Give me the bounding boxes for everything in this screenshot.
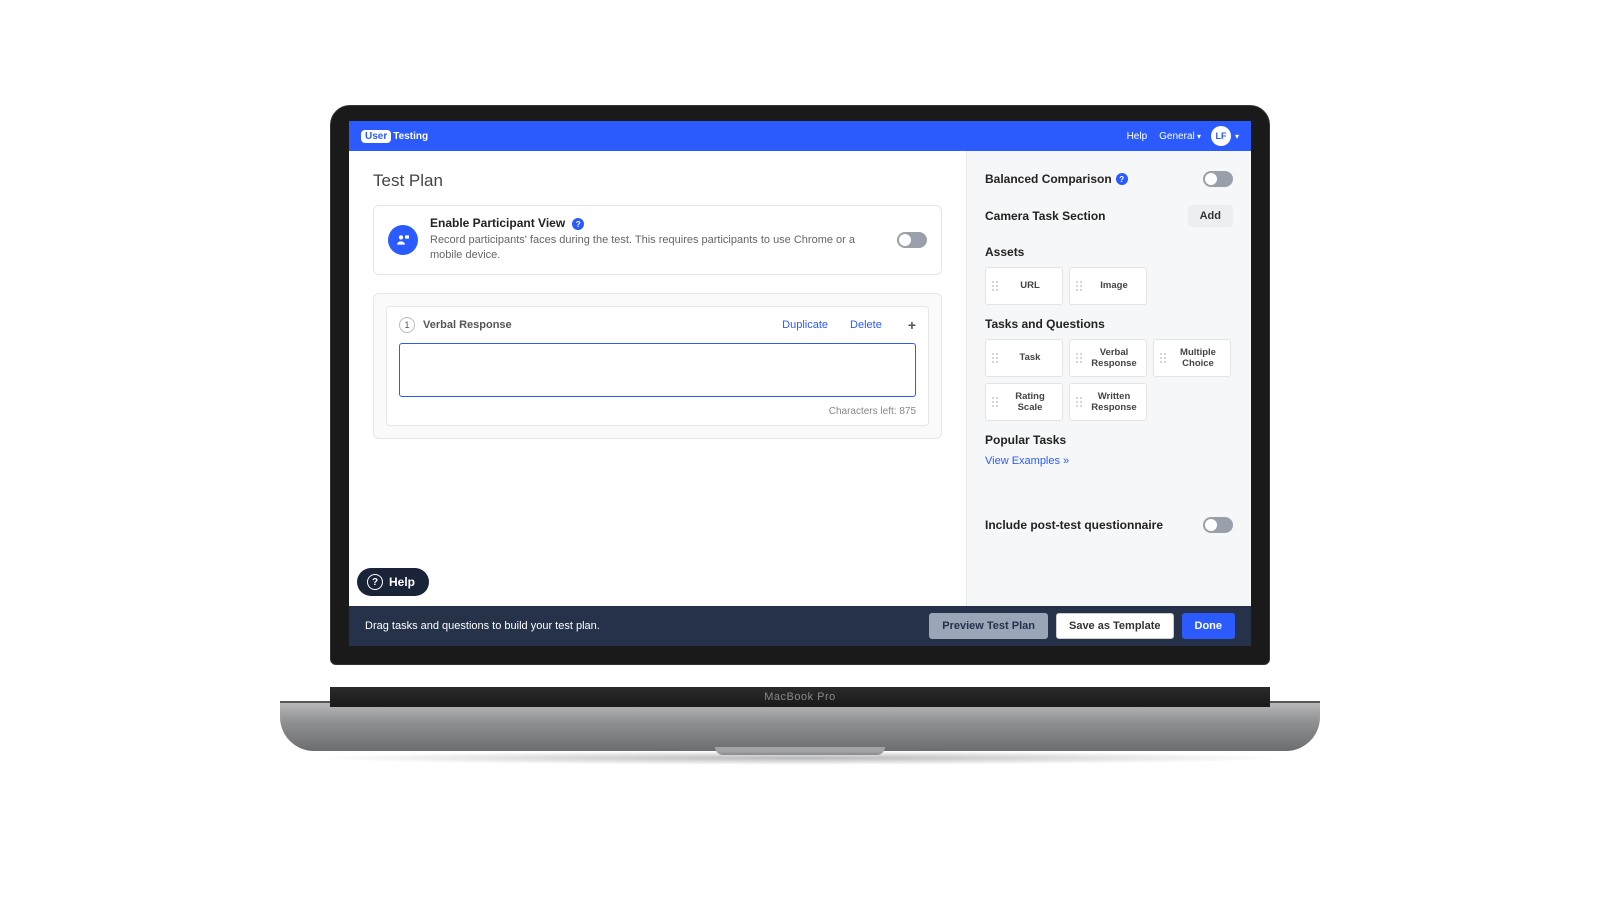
post-test-label: Include post-test questionnaire (985, 518, 1163, 532)
laptop-shadow (310, 751, 1290, 765)
tasks-heading: Tasks and Questions (985, 317, 1233, 331)
asset-tile-image[interactable]: Image (1069, 267, 1147, 305)
footer-hint: Drag tasks and questions to build your t… (365, 620, 600, 632)
balanced-comparison-toggle[interactable] (1203, 171, 1233, 187)
task-card: 1 Verbal Response Duplicate Delete + Cha… (386, 306, 929, 426)
camera-task-label: Camera Task Section (985, 209, 1106, 223)
task-tile-task[interactable]: Task (985, 339, 1063, 377)
save-as-template-button[interactable]: Save as Template (1056, 613, 1174, 639)
task-tile-rating-scale[interactable]: Rating Scale (985, 383, 1063, 421)
task-type-label: Verbal Response (423, 319, 512, 331)
chevron-down-icon[interactable]: ▾ (1235, 132, 1239, 141)
participant-view-title: Enable Participant View (430, 216, 565, 230)
assets-heading: Assets (985, 245, 1233, 259)
task-list: 1 Verbal Response Duplicate Delete + Cha… (373, 293, 942, 439)
participant-view-desc: Record participants' faces during the te… (430, 233, 885, 264)
camera-task-add-button[interactable]: Add (1188, 205, 1233, 227)
drag-handle-icon (1159, 352, 1167, 364)
avatar[interactable]: LF (1211, 126, 1231, 146)
done-button[interactable]: Done (1182, 613, 1236, 639)
page-title: Test Plan (373, 171, 942, 191)
delete-button[interactable]: Delete (850, 319, 882, 331)
footer-bar: Drag tasks and questions to build your t… (349, 606, 1251, 646)
task-textarea[interactable] (399, 343, 916, 397)
brand-text: Testing (393, 131, 428, 142)
task-tile-verbal-response[interactable]: Verbal Response (1069, 339, 1147, 377)
help-fab[interactable]: Help (357, 568, 429, 596)
help-icon[interactable]: ? (1116, 173, 1128, 185)
help-fab-label: Help (389, 575, 415, 589)
help-link[interactable]: Help (1127, 131, 1148, 142)
task-tile-written-response[interactable]: Written Response (1069, 383, 1147, 421)
post-test-toggle[interactable] (1203, 517, 1233, 533)
characters-left: Characters left: 875 (399, 406, 916, 417)
drag-handle-icon (1075, 280, 1083, 292)
popular-tasks-heading: Popular Tasks (985, 433, 1233, 447)
drag-handle-icon (991, 280, 999, 292)
top-bar: User Testing Help General LF ▾ (349, 121, 1251, 151)
preview-test-plan-button[interactable]: Preview Test Plan (929, 613, 1048, 639)
help-icon[interactable]: ? (572, 218, 584, 230)
participant-view-toggle[interactable] (897, 232, 927, 248)
drag-handle-icon (1075, 396, 1083, 408)
drag-handle-icon (991, 352, 999, 364)
task-tile-multiple-choice[interactable]: Multiple Choice (1153, 339, 1231, 377)
laptop-label: MacBook Pro (330, 687, 1270, 707)
duplicate-button[interactable]: Duplicate (782, 319, 828, 331)
main-panel: Test Plan Enable Participant View ? Reco… (349, 151, 966, 606)
add-task-icon[interactable]: + (908, 317, 916, 333)
workspace-dropdown[interactable]: General (1159, 131, 1201, 142)
drag-handle-icon (991, 396, 999, 408)
asset-tile-url[interactable]: URL (985, 267, 1063, 305)
sidebar: Balanced Comparison ? Camera Task Sectio… (966, 151, 1251, 606)
laptop-mockup: User Testing Help General LF ▾ Test Plan (280, 105, 1320, 795)
brand-badge: User (361, 130, 391, 143)
task-number: 1 (399, 317, 415, 333)
camera-person-icon (388, 225, 418, 255)
participant-view-card: Enable Participant View ? Record partici… (373, 205, 942, 275)
laptop-base (280, 701, 1320, 751)
balanced-comparison-label: Balanced Comparison (985, 172, 1112, 186)
drag-handle-icon (1075, 352, 1083, 364)
view-examples-link[interactable]: View Examples » (985, 455, 1233, 467)
brand-logo[interactable]: User Testing (361, 130, 428, 143)
